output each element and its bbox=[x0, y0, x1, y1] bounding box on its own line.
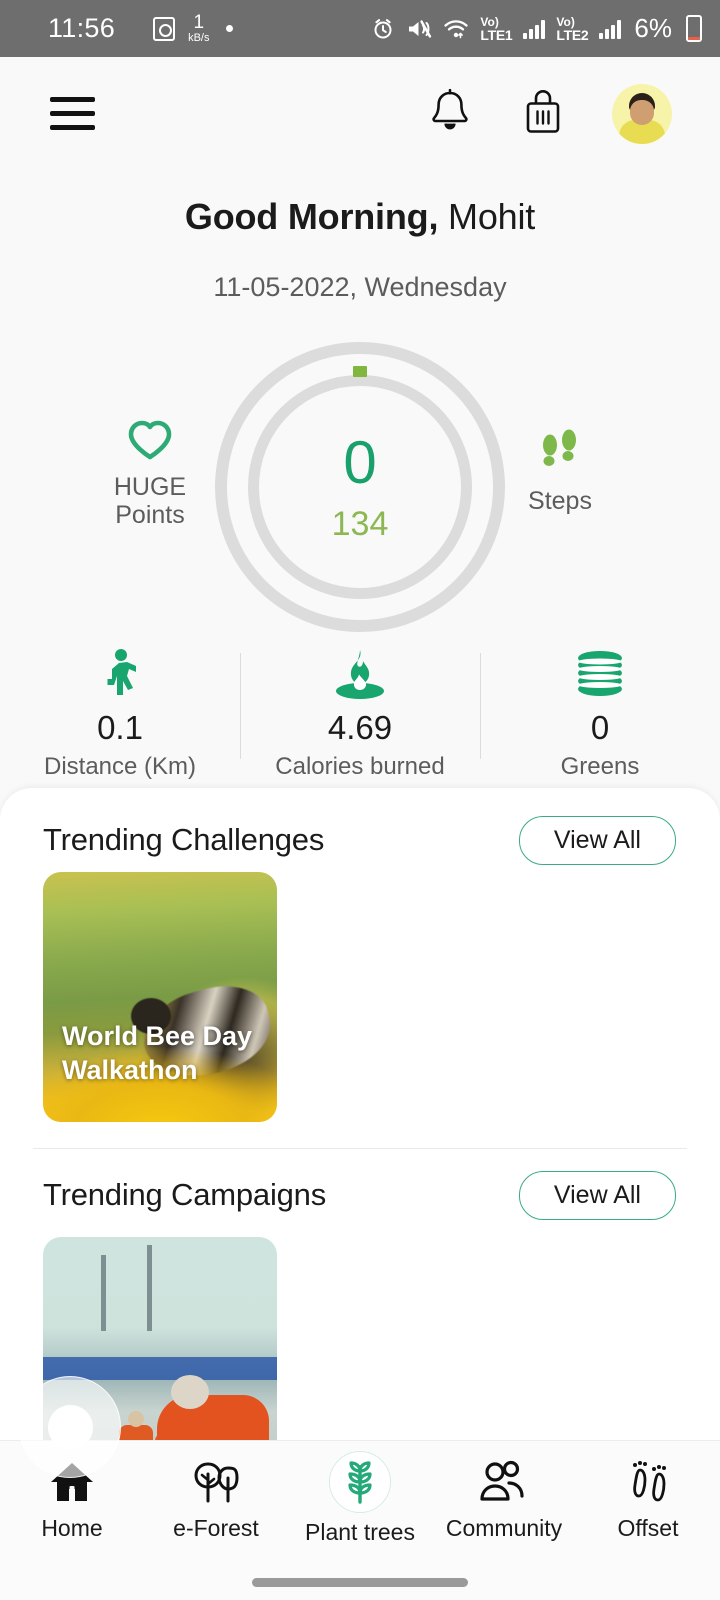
network-speed-unit: kB/s bbox=[188, 32, 210, 44]
trending-challenges-header: Trending Challenges View All bbox=[0, 808, 720, 872]
walking-person-icon bbox=[99, 645, 141, 703]
stat-calories[interactable]: 4.69 Calories burned bbox=[240, 645, 480, 779]
activity-ring[interactable]: 0 134 bbox=[215, 342, 505, 632]
community-people-icon bbox=[476, 1455, 532, 1509]
app-root: 11:56 1 kB/s Vo) LTE1 Vo) LTE2 6% Good M… bbox=[0, 0, 720, 1600]
huge-points-label-line2: Points bbox=[115, 501, 185, 529]
stat-calories-label: Calories burned bbox=[275, 753, 445, 780]
nav-item-e-forest[interactable]: e-Forest bbox=[144, 1455, 288, 1540]
floating-record-ring-center bbox=[47, 1404, 93, 1450]
challenge-card-world-bee-day[interactable]: World Bee Day Walkathon bbox=[43, 872, 277, 1122]
avatar-face bbox=[630, 99, 654, 125]
nav-item-plant-trees[interactable]: Plant trees bbox=[288, 1451, 432, 1545]
volte-sim1-indicator: Vo) LTE1 bbox=[480, 16, 512, 42]
trending-challenges-list: World Bee Day Walkathon bbox=[0, 872, 720, 1122]
stat-greens[interactable]: 0 Greens bbox=[480, 645, 720, 779]
section-divider bbox=[33, 1148, 687, 1149]
trending-campaigns-view-all-button[interactable]: View All bbox=[518, 1170, 676, 1220]
status-bar-right-icons: Vo) LTE1 Vo) LTE2 6% bbox=[371, 13, 702, 44]
nav-label-offset: Offset bbox=[617, 1515, 679, 1541]
nav-item-offset[interactable]: Offset bbox=[576, 1455, 720, 1540]
sapling-icon bbox=[329, 1451, 391, 1513]
trending-campaigns-title: Trending Campaigns bbox=[43, 1177, 327, 1212]
stat-greens-value: 0 bbox=[590, 709, 610, 746]
daily-stats-row: 0.1 Distance (Km) 4.69 Calories burned 0… bbox=[0, 645, 720, 779]
pole-mid bbox=[147, 1245, 152, 1331]
stat-distance-value: 0.1 bbox=[97, 709, 143, 746]
battery-icon bbox=[686, 15, 702, 42]
greeting-title: Good Morning, Mohit bbox=[0, 196, 720, 238]
activity-ring-center: 0 134 bbox=[215, 342, 505, 632]
nav-label-e-forest: e-Forest bbox=[173, 1515, 259, 1541]
greeting-salutation: Good Morning, bbox=[184, 196, 439, 237]
gesture-handle[interactable] bbox=[252, 1577, 468, 1587]
challenge-card-caption-line2: Walkathon bbox=[62, 1055, 198, 1086]
notification-dot-icon bbox=[226, 25, 234, 32]
heart-icon bbox=[128, 420, 172, 460]
shopping-bag-icon[interactable] bbox=[520, 87, 566, 141]
header-actions bbox=[426, 83, 672, 144]
greeting-username: Mohit bbox=[438, 196, 536, 237]
status-bar-clock: 11:56 bbox=[48, 13, 116, 43]
wifi-icon bbox=[444, 19, 469, 38]
nav-label-home: Home bbox=[41, 1515, 103, 1541]
trees-icon bbox=[188, 1455, 244, 1509]
volte-sim2-top: Vo) bbox=[556, 14, 575, 29]
nav-label-community: Community bbox=[445, 1515, 563, 1541]
content-panel: Trending Challenges View All World Bee D… bbox=[0, 788, 720, 1464]
coins-stack-icon bbox=[572, 645, 628, 703]
nav-label-plant-trees: Plant trees bbox=[305, 1519, 415, 1545]
challenge-card-caption: World Bee Day Walkathon bbox=[62, 1019, 263, 1088]
data-saver-icon bbox=[153, 16, 176, 41]
stat-distance-label: Distance (Km) bbox=[43, 753, 197, 780]
activity-ring-sub-value: 134 bbox=[331, 505, 389, 543]
footprints-icon bbox=[623, 1455, 673, 1509]
status-bar: 11:56 1 kB/s Vo) LTE1 Vo) LTE2 6% bbox=[0, 0, 720, 57]
volte-sim2-indicator: Vo) LTE2 bbox=[556, 16, 588, 42]
flame-icon bbox=[330, 645, 390, 703]
stat-greens-label: Greens bbox=[560, 753, 640, 780]
hamburger-menu-icon[interactable] bbox=[50, 97, 95, 130]
nav-item-community[interactable]: Community bbox=[432, 1455, 576, 1540]
trending-challenges-view-all-button[interactable]: View All bbox=[518, 815, 676, 865]
avatar[interactable] bbox=[612, 83, 672, 144]
floating-record-ring[interactable] bbox=[19, 1376, 121, 1478]
trending-campaigns-header: Trending Campaigns View All bbox=[0, 1163, 720, 1227]
pole-left bbox=[101, 1255, 106, 1331]
signal-bars-sim2-icon bbox=[599, 19, 622, 39]
network-speed-indicator: 1 kB/s bbox=[188, 13, 209, 44]
steps-label: Steps bbox=[528, 487, 592, 515]
volte-sim1-top: Vo) bbox=[480, 14, 499, 29]
greeting-date: 11-05-2022, Wednesday bbox=[213, 272, 507, 302]
stat-calories-value: 4.69 bbox=[327, 709, 393, 746]
challenge-card-caption-line1: World Bee Day bbox=[62, 1020, 253, 1051]
activity-ring-main-value: 0 bbox=[343, 429, 377, 496]
volte-sim1-label: LTE1 bbox=[480, 26, 513, 43]
huge-points-stat[interactable]: HUGE Points bbox=[75, 418, 225, 529]
battery-percentage: 6% bbox=[634, 13, 672, 43]
huge-points-label-line1: HUGE bbox=[113, 473, 187, 501]
footsteps-icon bbox=[543, 429, 576, 466]
stat-distance[interactable]: 0.1 Distance (Km) bbox=[0, 645, 240, 779]
huge-points-label: HUGE Points bbox=[75, 473, 225, 529]
status-bar-left-icons: 1 kB/s bbox=[153, 13, 234, 44]
signal-bars-sim1-icon bbox=[523, 19, 546, 39]
steps-stat[interactable]: Steps bbox=[485, 428, 635, 515]
alarm-icon bbox=[374, 18, 392, 38]
notification-bell-icon[interactable] bbox=[426, 87, 474, 141]
trending-challenges-title: Trending Challenges bbox=[43, 822, 325, 857]
mute-icon bbox=[409, 19, 432, 38]
app-header bbox=[0, 57, 720, 170]
gesture-navigation-bar[interactable] bbox=[0, 1564, 720, 1600]
volte-sim2-label: LTE2 bbox=[556, 26, 589, 43]
network-speed-value: 1 bbox=[193, 12, 205, 33]
